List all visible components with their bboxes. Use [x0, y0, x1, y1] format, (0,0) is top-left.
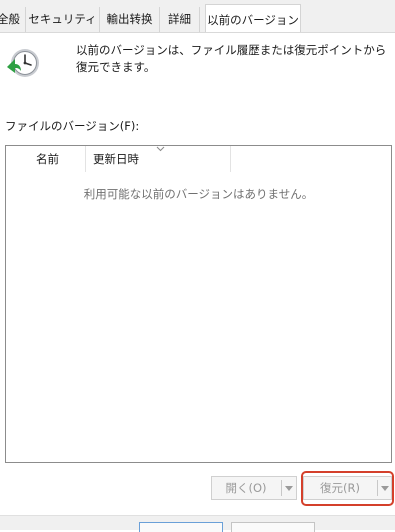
empty-list-message: 利用可能な以前のバージョンはありません。 — [83, 187, 314, 201]
restore-button-highlight — [301, 471, 394, 506]
sort-arrow-icon — [156, 146, 165, 152]
split-separator — [281, 480, 282, 496]
open-button[interactable]: 開く(O) — [211, 476, 297, 500]
column-header-name[interactable]: 名前 — [36, 146, 59, 172]
tab-divider — [0, 32, 395, 33]
tab-previous-versions[interactable]: 以前のバージョン — [205, 4, 301, 33]
open-button-label: 開く(O) — [225, 481, 267, 495]
ok-button-edge[interactable] — [139, 522, 223, 532]
chevron-down-icon[interactable] — [285, 486, 293, 491]
restore-clock-icon — [7, 49, 39, 77]
tab-details[interactable]: 詳細 — [160, 7, 200, 32]
column-header-modified[interactable]: 更新日時 — [93, 146, 139, 172]
column-separator[interactable] — [85, 146, 86, 172]
column-separator[interactable] — [230, 146, 231, 172]
description-text: 以前のバージョンは、ファイル履歴または復元ポイントから復元できます。 — [76, 43, 387, 74]
versions-list[interactable]: 名前 更新日時 利用可能な以前のバージョンはありません。 — [5, 145, 392, 463]
tab-security[interactable]: セキュリティ — [26, 7, 100, 32]
tab-strip: 全般 セキュリティ 輸出转换 詳細 以前のバージョン — [0, 0, 395, 33]
file-versions-label: ファイルのバージョン(F): — [5, 119, 140, 133]
cancel-button-edge[interactable] — [231, 522, 315, 532]
tab-general[interactable]: 全般 — [0, 7, 26, 32]
tab-conversion[interactable]: 輸出转换 — [100, 7, 160, 32]
